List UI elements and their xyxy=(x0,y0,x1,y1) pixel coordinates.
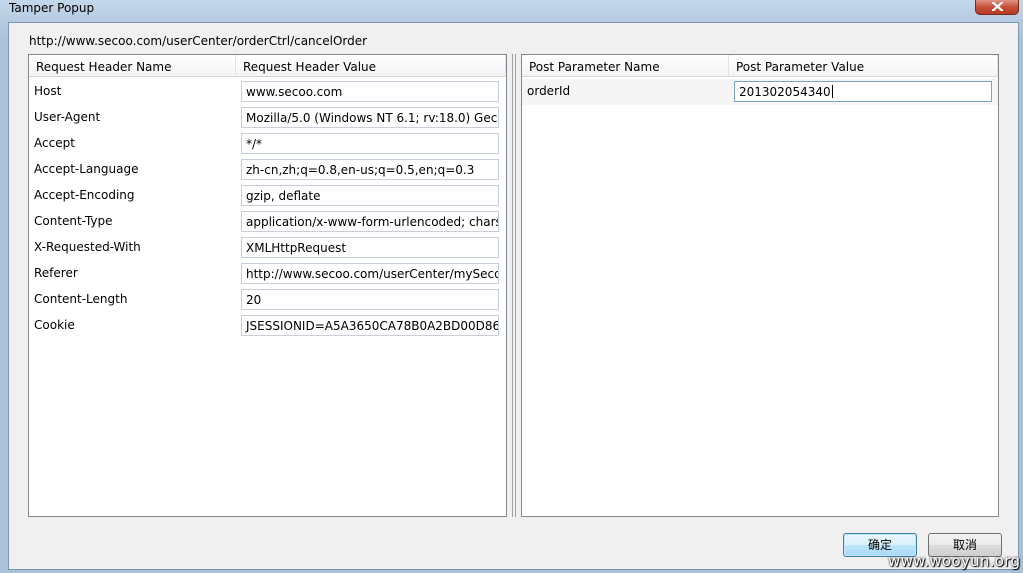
header-name: User-Agent xyxy=(34,110,101,124)
header-value-field[interactable]: www.secoo.com xyxy=(241,81,499,102)
header-name: X-Requested-With xyxy=(34,240,141,254)
tamper-popup-window: Tamper Popup http://www.secoo.com/userCe… xyxy=(0,0,1023,573)
column-header-header-value[interactable]: Request Header Value xyxy=(236,55,506,77)
table-row[interactable]: Referer http://www.secoo.com/userCenter/… xyxy=(29,261,506,287)
header-value-field[interactable]: application/x-www-form-urlencoded; chars… xyxy=(241,211,499,232)
table-row[interactable]: Content-Type application/x-www-form-urle… xyxy=(29,209,506,235)
header-value-field[interactable]: gzip, deflate xyxy=(241,185,499,206)
header-value-field[interactable]: */* xyxy=(241,133,499,154)
header-value-field[interactable]: http://www.secoo.com/userCenter/mySecoo/… xyxy=(241,263,499,284)
table-row[interactable]: orderId 201302054340 xyxy=(522,79,998,105)
header-name: Content-Length xyxy=(34,292,128,306)
request-headers-table: Request Header Name Request Header Value… xyxy=(28,54,507,517)
header-value-field[interactable]: zh-cn,zh;q=0.8,en-us;q=0.5,en;q=0.3 xyxy=(241,159,499,180)
request-url: http://www.secoo.com/userCenter/orderCtr… xyxy=(29,34,368,48)
close-icon xyxy=(992,2,1003,11)
param-value-text: 201302054340 xyxy=(739,85,831,99)
table-row[interactable]: Host www.secoo.com xyxy=(29,79,506,105)
table-row[interactable]: Content-Length 20 xyxy=(29,287,506,313)
header-value-field[interactable]: Mozilla/5.0 (Windows NT 6.1; rv:18.0) Ge… xyxy=(241,107,499,128)
header-value-field[interactable]: JSESSIONID=A5A3650CA78B0A2BD00D863962A4 xyxy=(241,315,499,336)
header-name: Accept-Language xyxy=(34,162,139,176)
header-name: Host xyxy=(34,84,62,98)
header-name: Accept-Encoding xyxy=(34,188,135,202)
table-row[interactable]: Cookie JSESSIONID=A5A3650CA78B0A2BD00D86… xyxy=(29,313,506,339)
close-button[interactable] xyxy=(975,0,1019,15)
post-parameters-table: Post Parameter Name Post Parameter Value… xyxy=(521,54,999,517)
header-name: Referer xyxy=(34,266,78,280)
dialog-body: http://www.secoo.com/userCenter/orderCtr… xyxy=(8,22,1019,570)
header-name: Content-Type xyxy=(34,214,113,228)
table-row[interactable]: Accept */* xyxy=(29,131,506,157)
table-row[interactable]: Accept-Language zh-cn,zh;q=0.8,en-us;q=0… xyxy=(29,157,506,183)
header-value-field[interactable]: 20 xyxy=(241,289,499,310)
table-row[interactable]: Accept-Encoding gzip, deflate xyxy=(29,183,506,209)
table-row[interactable]: User-Agent Mozilla/5.0 (Windows NT 6.1; … xyxy=(29,105,506,131)
column-header-param-name[interactable]: Post Parameter Name xyxy=(522,55,729,77)
window-title: Tamper Popup xyxy=(9,1,95,15)
watermark: www.wooyun.org xyxy=(888,552,1021,570)
header-name: Cookie xyxy=(34,318,75,332)
text-caret xyxy=(831,85,833,98)
table-row[interactable]: X-Requested-With XMLHttpRequest xyxy=(29,235,506,261)
header-name: Accept xyxy=(34,136,75,150)
header-value-field[interactable]: XMLHttpRequest xyxy=(241,237,499,258)
title-bar[interactable]: Tamper Popup xyxy=(0,0,1023,20)
param-name: orderId xyxy=(527,84,571,98)
column-header-param-value[interactable]: Post Parameter Value xyxy=(729,55,998,77)
column-header-header-name[interactable]: Request Header Name xyxy=(29,55,236,77)
panel-splitter[interactable] xyxy=(510,54,518,517)
param-value-field[interactable]: 201302054340 xyxy=(734,81,992,102)
